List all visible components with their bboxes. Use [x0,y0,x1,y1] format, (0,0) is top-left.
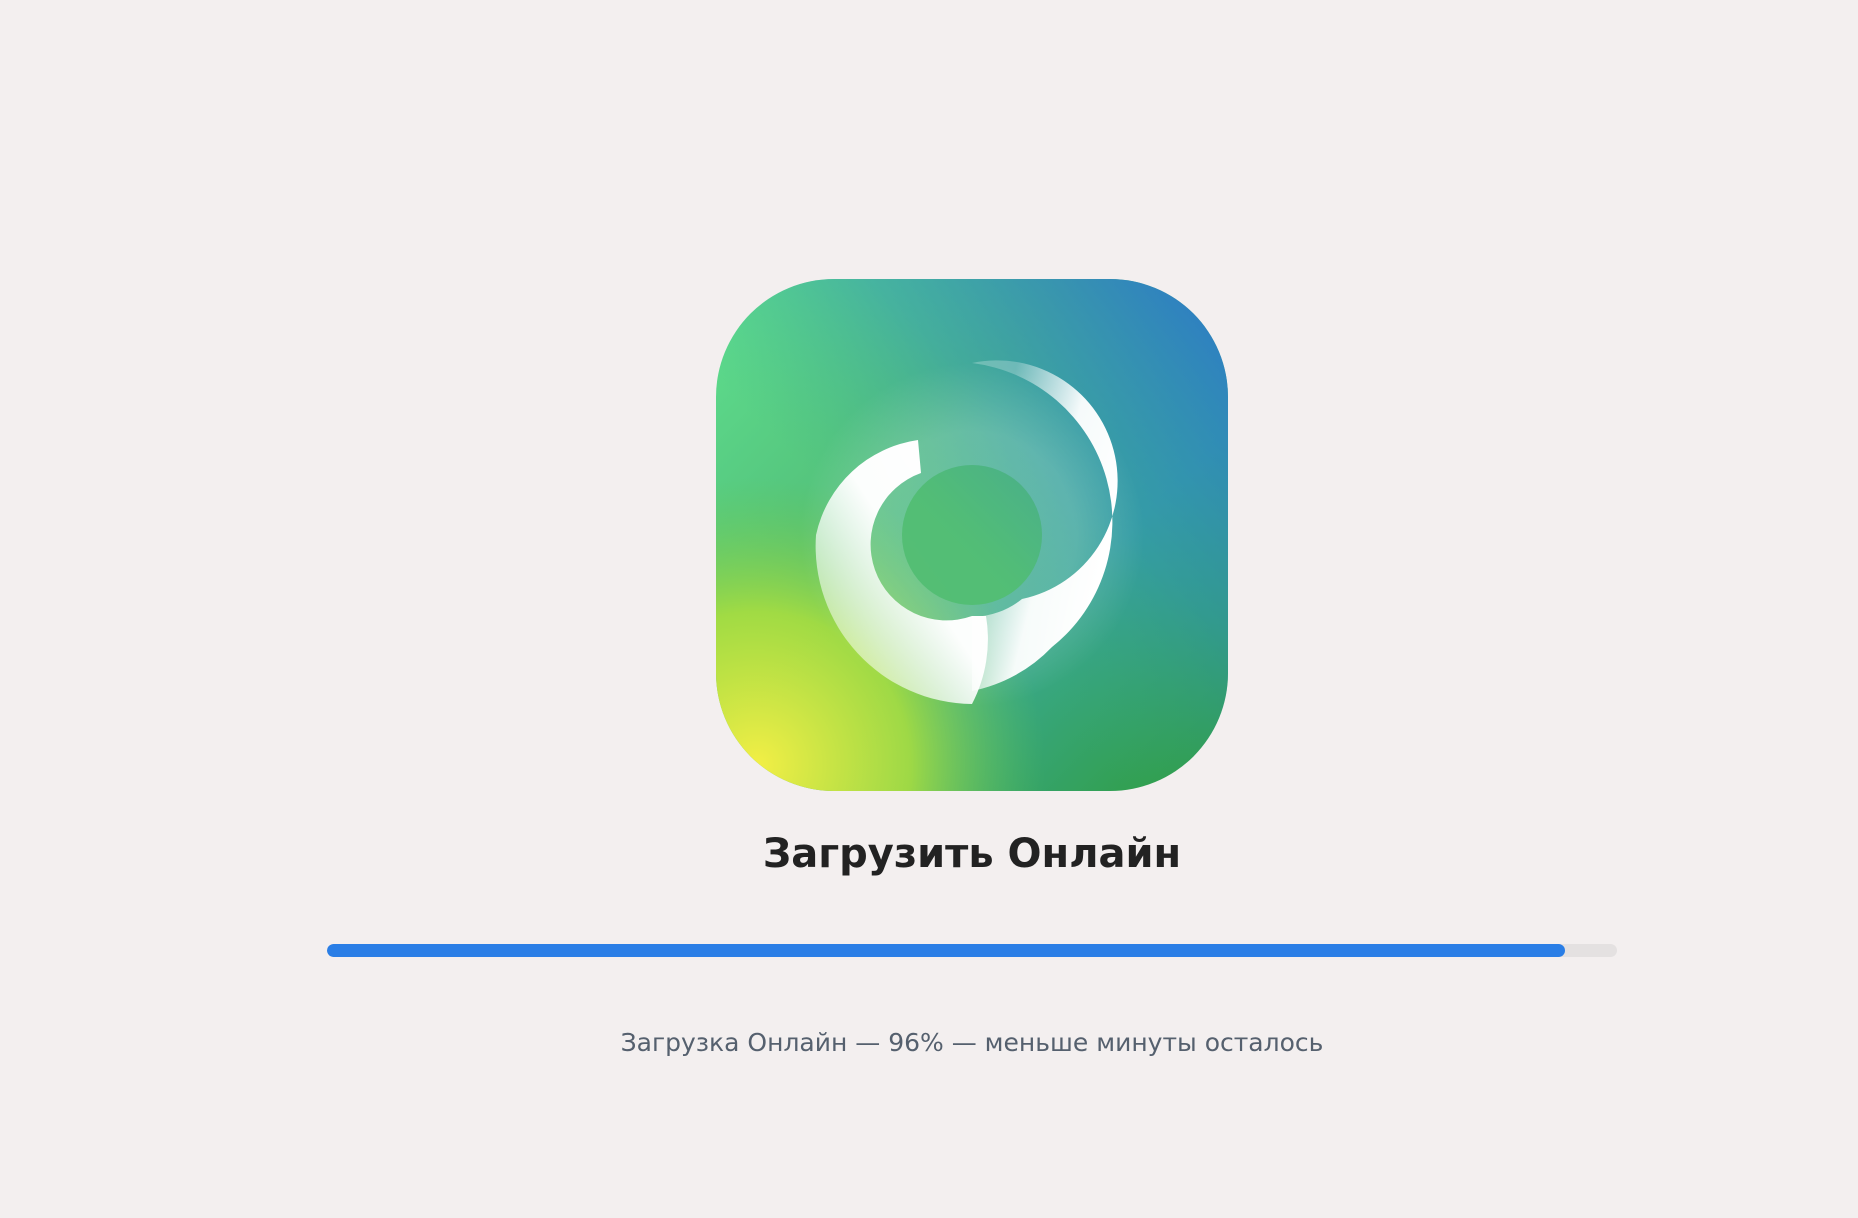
download-status-text: Загрузка Онлайн — 96% — меньше минуты ос… [620,1028,1324,1057]
swirl-icon [716,279,1228,791]
app-title: Загрузить Онлайн [762,831,1182,877]
progress-fill [327,944,1566,957]
app-icon [716,279,1228,791]
download-progress-bar [327,944,1617,957]
